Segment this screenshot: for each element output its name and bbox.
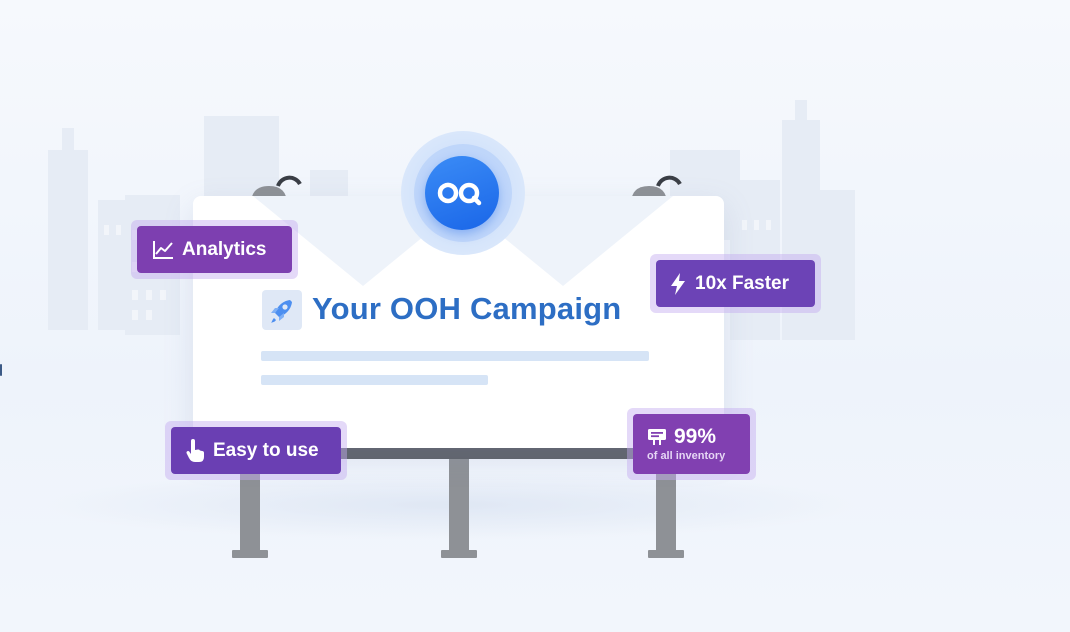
pointer-hand-icon	[186, 438, 204, 462]
edge-mark	[0, 364, 2, 376]
billboard-headline: Your OOH Campaign	[312, 291, 622, 326]
faster-label: 10x Faster	[695, 272, 790, 294]
billboard-leg-center	[449, 458, 469, 550]
analytics-label: Analytics	[182, 238, 267, 260]
hero-illustration: Your OOH Campaign Analytics 10x Faster E…	[0, 0, 1070, 632]
rocket-icon	[262, 290, 302, 330]
billboard-foot-right	[648, 550, 684, 558]
faster-badge: 10x Faster	[656, 260, 815, 307]
billboard-foot-left	[232, 550, 268, 558]
easy-badge: Easy to use	[171, 427, 341, 474]
billboard-foot-center	[441, 550, 477, 558]
lightning-bolt-icon	[671, 272, 685, 295]
inventory-value: 99%	[674, 424, 717, 448]
line-chart-icon	[153, 240, 173, 259]
placeholder-text-line	[261, 375, 488, 385]
easy-label: Easy to use	[213, 439, 319, 461]
billboard-icon	[648, 428, 666, 445]
inventory-badge: 99% of all inventory	[633, 414, 750, 474]
placeholder-text-line	[261, 351, 649, 361]
inventory-value-row: 99%	[647, 424, 717, 448]
brand-logo-icon	[425, 156, 499, 230]
inventory-caption: of all inventory	[647, 449, 726, 462]
analytics-badge: Analytics	[137, 226, 292, 273]
